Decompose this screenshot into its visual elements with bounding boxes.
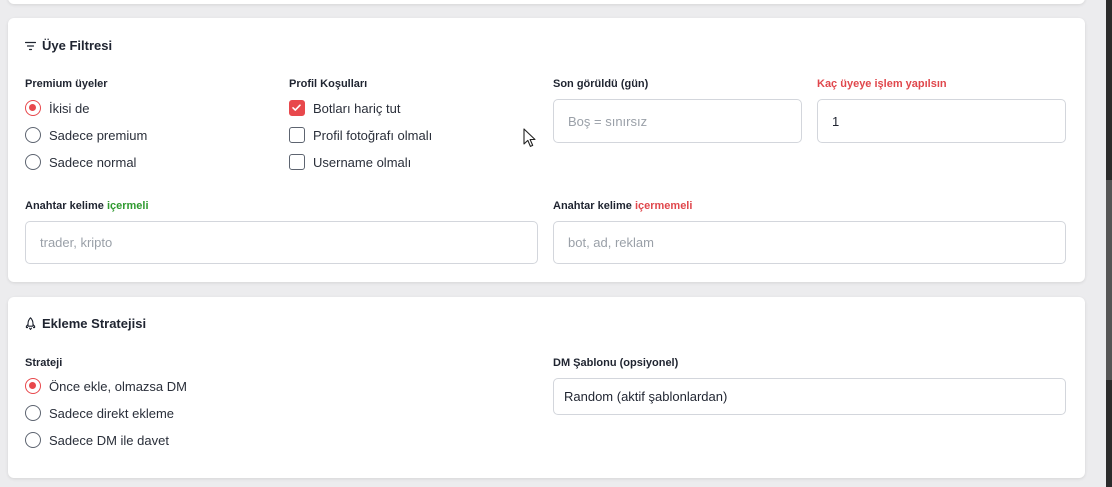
- member-filter-header: Üye Filtresi: [25, 38, 112, 53]
- radio-icon: [25, 405, 41, 421]
- include-keywords-input[interactable]: [25, 221, 538, 264]
- checkbox-label: Profil fotoğrafı olmalı: [313, 127, 433, 143]
- checkbox-label: Botları hariç tut: [313, 100, 401, 116]
- scrollbar-thumb[interactable]: [1106, 180, 1112, 380]
- option-label: Sadece direkt ekleme: [49, 405, 175, 421]
- checkbox-label: Username olmalı: [313, 154, 412, 170]
- exclude-keywords-input[interactable]: [553, 221, 1066, 264]
- mouse-cursor-icon: [523, 128, 537, 153]
- checkbox-icon: [289, 127, 305, 143]
- previous-card: [8, 0, 1085, 4]
- exclude-keywords-label-highlight: içermemeli: [634, 200, 693, 212]
- profile-photo-required-checkbox[interactable]: Profil fotoğrafı olmalı: [289, 127, 432, 143]
- option-label: Önce ekle, olmazsa DM: [49, 378, 187, 394]
- member-filter-title: Üye Filtresi: [42, 38, 113, 53]
- strategy-option-direct-add[interactable]: Sadece direkt ekleme: [25, 405, 174, 421]
- premium-option-premium-only[interactable]: Sadece premium: [25, 127, 147, 143]
- profile-conditions-label: Profil Koşulları: [289, 78, 368, 90]
- radio-icon: [25, 127, 41, 143]
- premium-option-both[interactable]: İkisi de: [25, 100, 89, 116]
- checkbox-checked-icon: [289, 100, 305, 116]
- option-label: Sadece premium: [49, 127, 148, 143]
- member-count-label: Kaç üyeye işlem yapılsın: [817, 78, 947, 90]
- strategy-option-add-then-dm[interactable]: Önce ekle, olmazsa DM: [25, 378, 187, 394]
- dm-template-select[interactable]: Random (aktif şablonlardan): [553, 378, 1066, 415]
- add-strategy-title: Ekleme Stratejisi: [42, 316, 147, 331]
- rocket-icon: [25, 317, 36, 330]
- option-label: İkisi de: [49, 100, 90, 116]
- radio-icon: [25, 154, 41, 170]
- strategy-label: Strateji: [25, 357, 63, 369]
- radio-icon: [25, 432, 41, 448]
- add-strategy-card: Ekleme Stratejisi Strateji Önce ekle, ol…: [8, 297, 1085, 478]
- premium-members-label: Premium üyeler: [25, 78, 108, 90]
- filter-icon: [25, 41, 36, 51]
- include-keywords-label-highlight: içermeli: [106, 200, 149, 212]
- checkbox-icon: [289, 154, 305, 170]
- exclude-keywords-label-prefix: Anahtar kelime: [553, 200, 632, 212]
- include-keywords-label-prefix: Anahtar kelime: [25, 200, 104, 212]
- member-filter-card: Üye Filtresi Premium üyeler İkisi de Sad…: [8, 18, 1085, 282]
- premium-option-normal-only[interactable]: Sadece normal: [25, 154, 136, 170]
- last-seen-label: Son görüldü (gün): [553, 78, 649, 90]
- option-label: Sadece normal: [49, 154, 137, 170]
- dm-template-label: DM Şablonu (opsiyonel): [553, 357, 679, 369]
- option-label: Sadece DM ile davet: [49, 432, 169, 448]
- include-keywords-label: Anahtar kelime içermeli: [25, 200, 149, 212]
- username-required-checkbox[interactable]: Username olmalı: [289, 154, 411, 170]
- exclude-keywords-label: Anahtar kelime içermemeli: [553, 200, 692, 212]
- radio-selected-icon: [25, 100, 41, 116]
- strategy-option-dm-invite[interactable]: Sadece DM ile davet: [25, 432, 169, 448]
- add-strategy-header: Ekleme Stratejisi: [25, 316, 146, 331]
- exclude-bots-checkbox[interactable]: Botları hariç tut: [289, 100, 400, 116]
- last-seen-input[interactable]: [553, 99, 802, 143]
- member-count-input[interactable]: [817, 99, 1066, 143]
- dm-template-value: Random (aktif şablonlardan): [564, 389, 728, 404]
- radio-selected-icon: [25, 378, 41, 394]
